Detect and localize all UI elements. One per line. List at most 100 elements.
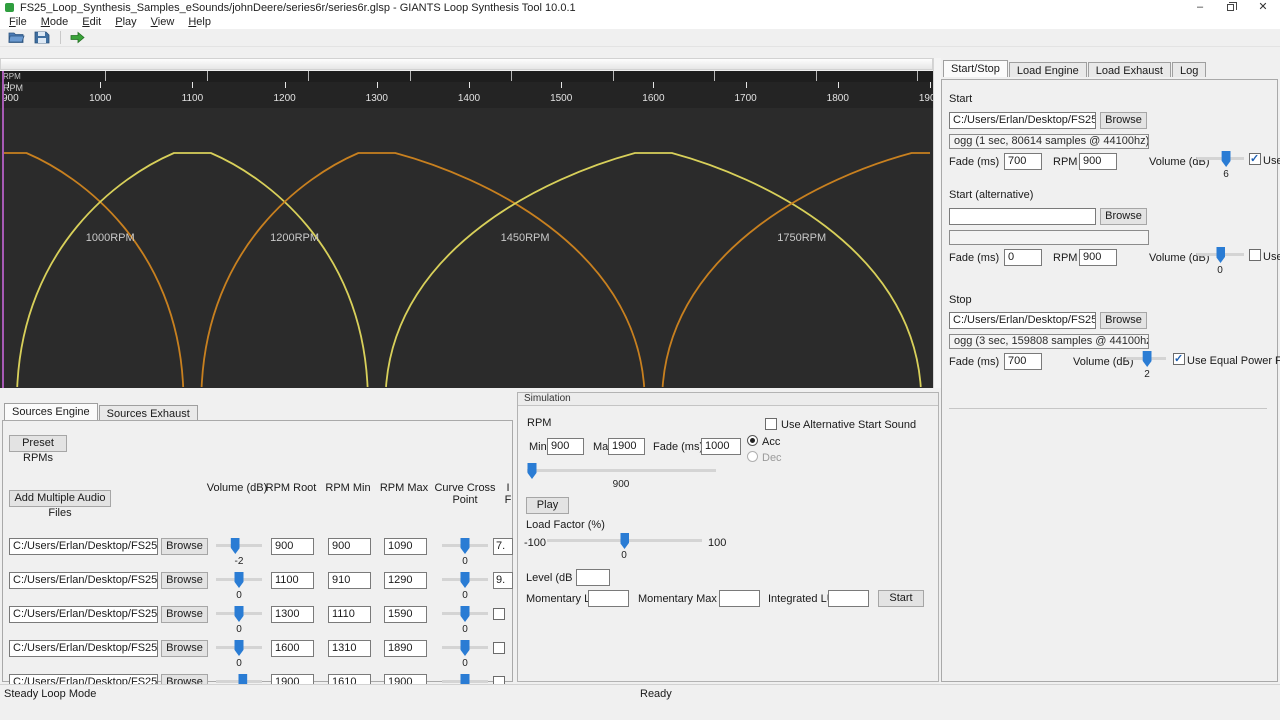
curve-cross-point-slider[interactable] — [442, 640, 488, 656]
slider-thumb[interactable] — [460, 640, 470, 656]
start-use-checkbox[interactable] — [1249, 152, 1261, 165]
slider-thumb[interactable] — [1216, 247, 1225, 263]
start-alt-use-checkbox[interactable] — [1249, 249, 1261, 261]
menu-help[interactable]: Help — [183, 16, 220, 28]
dec-radio[interactable] — [747, 451, 758, 462]
momentary-lufs-field[interactable] — [588, 590, 629, 607]
browse-button[interactable]: Browse — [161, 606, 208, 623]
stop-volume-slider[interactable] — [1126, 351, 1166, 367]
slider-thumb[interactable] — [230, 538, 240, 554]
slider-thumb[interactable] — [234, 572, 244, 588]
stop-browse-button[interactable]: Browse — [1100, 312, 1147, 329]
rpm-simulation-slider[interactable] — [527, 463, 716, 479]
lufs-start-button[interactable]: Start — [878, 590, 924, 607]
export-play-icon[interactable] — [69, 31, 86, 44]
load-factor-slider[interactable] — [547, 533, 702, 549]
add-multiple-audio-files-button[interactable]: Add Multiple Audio Files — [9, 490, 111, 519]
curve-cross-point-slider[interactable] — [442, 572, 488, 588]
clipped-extra-field[interactable]: 7. — [493, 538, 513, 555]
tab-load-engine[interactable]: Load Engine — [1008, 62, 1087, 77]
start-alt-volume-slider[interactable] — [1197, 247, 1244, 263]
use-equal-power-fade-checkbox[interactable] — [1173, 352, 1185, 365]
curve-cross-point-slider[interactable] — [442, 606, 488, 622]
rpm-max-field[interactable]: 1090 — [384, 538, 427, 555]
tab-start-stop[interactable]: Start/Stop — [943, 60, 1008, 77]
start-path-field[interactable]: C:/Users/Erlan/Desktop/FS25_Loop_Synt — [949, 112, 1096, 129]
start-alt-fade-field[interactable]: 0 — [1004, 249, 1042, 266]
tab-log[interactable]: Log — [1171, 62, 1207, 77]
volume-slider[interactable] — [216, 640, 262, 656]
play-button[interactable]: Play — [526, 497, 569, 514]
rpm-max-field[interactable]: 1890 — [384, 640, 427, 657]
extra-checkbox[interactable] — [493, 642, 505, 654]
clipped-extra-field[interactable]: 9. — [493, 572, 513, 589]
close-button[interactable]: ✕ — [1248, 0, 1278, 15]
rpm-root-field[interactable]: 900 — [271, 538, 314, 555]
start-alt-path-field[interactable] — [949, 208, 1096, 225]
source-path-field[interactable]: C:/Users/Erlan/Desktop/FS25_Loop_Synt — [9, 640, 158, 657]
open-file-icon[interactable] — [8, 31, 25, 44]
slider-thumb[interactable] — [1221, 151, 1231, 167]
rpm-root-field[interactable]: 1300 — [271, 606, 314, 623]
restore-button[interactable] — [1216, 0, 1246, 15]
fade-input[interactable]: 1000 — [701, 438, 741, 455]
minimize-button[interactable]: – — [1185, 0, 1215, 15]
save-file-icon[interactable] — [33, 31, 50, 44]
use-alternative-start-sound-checkbox[interactable] — [765, 418, 777, 430]
source-path-field[interactable]: C:/Users/Erlan/Desktop/FS25_Loop_Synt — [9, 572, 158, 589]
rpm-min-field[interactable]: 1310 — [328, 640, 371, 657]
level-field[interactable] — [576, 569, 610, 586]
tab-sources-engine[interactable]: Sources Engine — [4, 403, 98, 420]
start-fade-field[interactable]: 700 — [1004, 153, 1042, 170]
volume-slider[interactable] — [216, 572, 262, 588]
momentary-max-lufs-field[interactable] — [719, 590, 760, 607]
browse-button[interactable]: Browse — [161, 572, 208, 589]
menu-file[interactable]: File — [4, 16, 36, 28]
acc-radio[interactable] — [747, 435, 758, 446]
start-volume-slider[interactable] — [1197, 151, 1244, 167]
source-path-field[interactable]: C:/Users/Erlan/Desktop/FS25_Loop_Synt — [9, 538, 158, 555]
rpm-root-field[interactable]: 1600 — [271, 640, 314, 657]
slider-thumb[interactable] — [527, 463, 537, 479]
slider-thumb[interactable] — [620, 533, 629, 549]
slider-thumb[interactable] — [234, 606, 244, 622]
stop-path-field[interactable]: C:/Users/Erlan/Desktop/FS25_Loop_Synt — [949, 312, 1096, 329]
menu-view[interactable]: View — [146, 16, 184, 28]
rpm-max-input[interactable]: 1900 — [608, 438, 645, 455]
browse-button[interactable]: Browse — [161, 538, 208, 555]
rpm-min-field[interactable]: 1110 — [328, 606, 371, 623]
stop-fade-field[interactable]: 700 — [1004, 353, 1042, 370]
start-browse-button[interactable]: Browse — [1100, 112, 1147, 129]
envelope-plot-canvas[interactable]: 1000RPM 1200RPM 1450RPM 1750RPM — [0, 108, 933, 388]
volume-slider[interactable] — [216, 538, 262, 554]
menu-edit[interactable]: Edit — [77, 16, 110, 28]
start-alt-rpm-field[interactable]: 900 — [1079, 249, 1117, 266]
tab-load-exhaust[interactable]: Load Exhaust — [1087, 62, 1171, 77]
rpm-ruler[interactable]: RPM 900 1000 1100 1200 1300 1400 1500 1600 1700 1… — [0, 82, 941, 108]
slider-thumb[interactable] — [1142, 351, 1152, 367]
slider-thumb[interactable] — [460, 572, 470, 588]
slider-thumb[interactable] — [234, 640, 244, 656]
rpm-min-field[interactable]: 900 — [328, 538, 371, 555]
slider-thumb[interactable] — [460, 538, 470, 554]
curve-cross-point-slider[interactable] — [442, 538, 488, 554]
rpm-min-input[interactable]: 900 — [547, 438, 584, 455]
rpm-max-field[interactable]: 1290 — [384, 572, 427, 589]
volume-slider[interactable] — [216, 606, 262, 622]
rpm-overview-ruler[interactable]: RPM — [0, 71, 933, 82]
start-rpm-field[interactable]: 900 — [1079, 153, 1117, 170]
browse-button[interactable]: Browse — [161, 640, 208, 657]
preset-rpms-button[interactable]: Preset RPMs — [9, 435, 67, 464]
extra-checkbox[interactable] — [493, 608, 505, 620]
rpm-min-field[interactable]: 910 — [328, 572, 371, 589]
slider-thumb[interactable] — [460, 606, 470, 622]
menu-play[interactable]: Play — [110, 16, 145, 28]
rpm-root-field[interactable]: 1100 — [271, 572, 314, 589]
source-path-field[interactable]: C:/Users/Erlan/Desktop/FS25_Loop_Synt — [9, 606, 158, 623]
tab-sources-exhaust[interactable]: Sources Exhaust — [98, 405, 198, 420]
start-alt-browse-button[interactable]: Browse — [1100, 208, 1147, 225]
integrated-lufs-field[interactable] — [828, 590, 869, 607]
menu-mode[interactable]: Mode — [36, 16, 78, 28]
rpm-max-field[interactable]: 1590 — [384, 606, 427, 623]
chart-vertical-scrollbar[interactable] — [933, 58, 941, 388]
